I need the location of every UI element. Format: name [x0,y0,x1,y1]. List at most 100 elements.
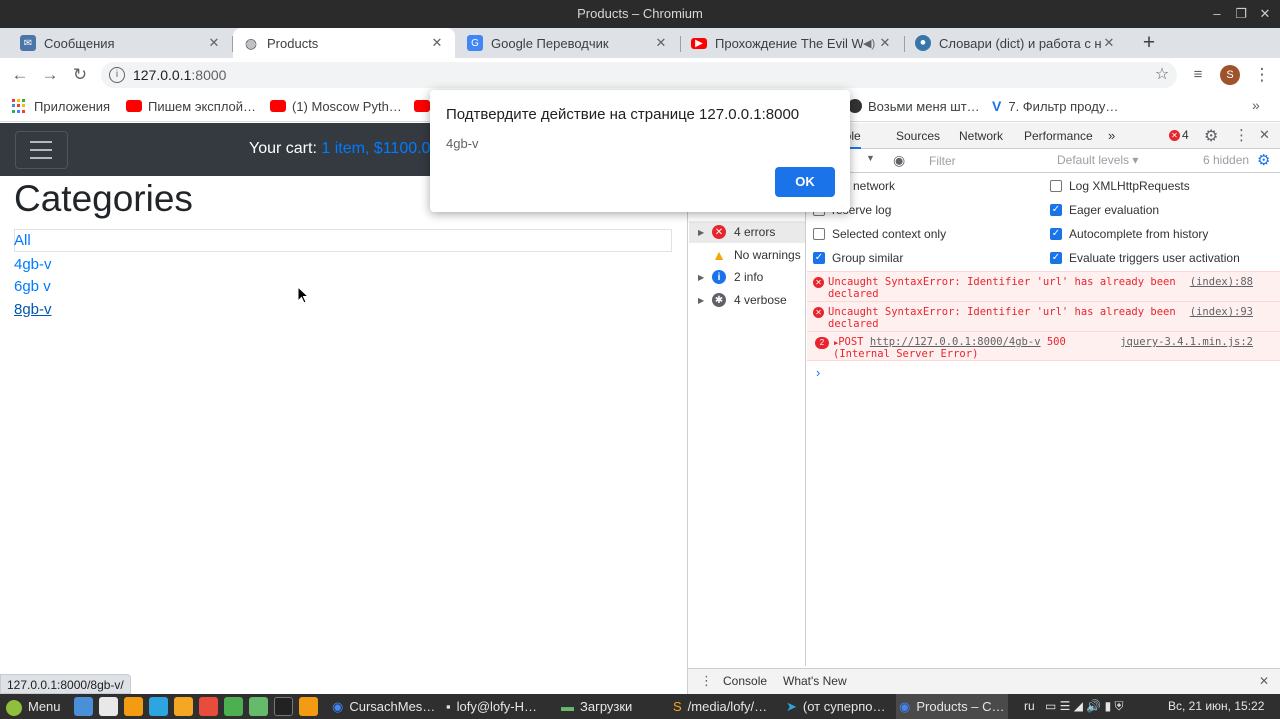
option-user-activation[interactable]: ✓ Evaluate triggers user activation [1050,247,1240,269]
tab-python-dict[interactable]: ⚫ Словари (dict) и работа с ни ✕ [905,28,1127,58]
reload-icon[interactable]: ↻ [68,64,92,86]
log-levels-dropdown[interactable]: Default levels ▾ [1057,153,1138,167]
audio-playing-icon[interactable]: ◀) [863,37,877,50]
checkbox-checked[interactable]: ✓ [1050,204,1062,216]
minimize-icon[interactable]: ‒ [1204,0,1230,28]
taskbar-item-products[interactable]: ◉ Products – C… [899,694,1005,719]
taskbar-item-terminal[interactable]: ▪ lofy@lofy-H… [446,694,537,719]
checkbox[interactable] [813,228,825,240]
close-tab-icon[interactable]: ✕ [1101,35,1117,51]
drawer-tab-whats-new[interactable]: What's New [783,674,847,688]
context-dropdown-icon[interactable]: ▼ [866,153,875,163]
terminal-icon[interactable] [274,697,293,716]
console-prompt-icon[interactable]: › [816,365,820,380]
tray-icons[interactable]: ▭ ☰ ◢ 🔊 ▮ ⛨ [1045,694,1124,719]
bookmark-filter[interactable]: V 7. Фильтр проду… [992,92,1118,120]
bookmark-label: Приложения [34,98,111,114]
option-eager-eval[interactable]: ✓ Eager evaluation [1050,199,1159,221]
taskbar-item-telegram[interactable]: ➤ (от суперпо… [786,694,886,719]
telegram-icon[interactable] [149,697,168,716]
bookmark-star-icon[interactable]: ☆ [1150,64,1174,86]
desktop-icon[interactable] [74,697,93,716]
checkbox-checked[interactable]: ✓ [813,252,825,264]
source-link[interactable]: (index):93 [1190,306,1253,318]
close-tab-icon[interactable]: ✕ [429,35,445,51]
firefox-icon[interactable] [299,697,318,716]
sublime-icon[interactable] [174,697,193,716]
network-error-line[interactable]: ▶POST http://127.0.0.1:8000/4gb-v 500 [834,336,1066,348]
tab-messages[interactable]: ✉ Сообщения ✕ [10,28,232,58]
firefox-icon[interactable] [124,697,143,716]
sidebar-item-warnings[interactable]: ▲ No warnings [698,244,801,266]
tab-performance[interactable]: Performance [1024,123,1093,149]
option-group-similar[interactable]: ✓ Group similar [813,247,903,269]
category-link-6gb[interactable]: 6gb v [14,278,51,295]
console-settings-gear-icon[interactable]: ⚙ [1257,151,1270,169]
file-manager-icon[interactable] [224,697,243,716]
eye-icon[interactable]: ◉ [893,152,905,169]
drawer-tab-console[interactable]: Console [723,674,767,688]
bookmark-vozmi[interactable]: Возьми меня шт… [848,92,980,120]
close-tab-icon[interactable]: ✕ [877,35,893,51]
profile-avatar[interactable]: S [1220,65,1240,85]
sidebar-item-info[interactable]: ▶ i 2 info [698,266,763,288]
bookmark-apps[interactable]: Приложения [12,92,110,120]
checkbox-checked[interactable]: ✓ [1050,252,1062,264]
category-link-8gb[interactable]: 8gb-v [14,301,52,318]
media-controls-icon[interactable]: ≡ [1186,64,1210,86]
drawer-menu-icon[interactable]: ⋮ [700,673,713,689]
category-all-row[interactable] [14,229,672,252]
address-bar[interactable] [101,62,1177,88]
option-autocomplete[interactable]: ✓ Autocomplete from history [1050,223,1208,245]
cart-link[interactable]: 1 item, $1100.00 [321,140,439,157]
option-selected-context[interactable]: Selected context only [813,223,946,245]
source-link[interactable]: jquery-3.4.1.min.js:2 [1120,336,1253,348]
bookmark-moscow-python[interactable]: (1) Moscow Pyth… [270,92,402,120]
close-drawer-icon[interactable]: ✕ [1259,674,1269,688]
new-tab-button[interactable]: + [1138,30,1160,56]
settings-gear-icon[interactable]: ⚙ [1204,126,1218,146]
taskbar-item-media[interactable]: S/media/lofy/… [673,694,767,719]
close-tab-icon[interactable]: ✕ [206,35,222,51]
category-link-4gb[interactable]: 4gb-v [14,256,52,273]
tab-youtube[interactable]: ▶ Прохождение The Evil W ◀) ✕ [681,28,903,58]
category-link-all[interactable]: All [14,232,31,249]
forward-arrow-icon[interactable]: → [38,64,62,86]
url-text[interactable]: 127.0.0.1:8000 [133,67,226,83]
clock[interactable]: Вс, 21 июн, 15:22 [1168,694,1264,719]
devtools-menu-icon[interactable]: ⋮ [1234,126,1249,144]
option-log-xhr[interactable]: Log XMLHttpRequests [1050,175,1190,197]
close-tab-icon[interactable]: ✕ [653,35,669,51]
checkbox-checked[interactable]: ✓ [1050,228,1062,240]
dialog-title: Подтвердите действие на странице 127.0.0… [446,106,800,123]
error-count[interactable]: 4 [1182,128,1189,142]
option-hide-network[interactable]: e network [843,175,895,197]
folder-icon[interactable] [249,697,268,716]
maximize-icon[interactable]: ❐ [1228,0,1254,28]
back-arrow-icon[interactable]: ← [8,64,32,86]
tab-google-translate[interactable]: G Google Переводчик ✕ [457,28,679,58]
keyboard-layout[interactable]: ru [1024,694,1035,719]
sidebar-item-errors[interactable]: ▶ ✕ 4 errors [698,221,775,243]
taskbar-item-cursach[interactable]: ◉ CursachMes… [332,694,435,719]
tab-network[interactable]: Network [959,123,1003,149]
request-url[interactable]: http://127.0.0.1:8000/4gb-v [870,336,1041,348]
bookmark-exploit[interactable]: Пишем эксплой… [126,92,256,120]
source-link[interactable]: (index):88 [1190,276,1253,288]
text-editor-icon[interactable] [99,697,118,716]
close-devtools-icon[interactable]: ✕ [1259,127,1270,143]
sidebar-item-verbose[interactable]: ▶ ✱ 4 verbose [698,289,787,311]
console-filter-input[interactable]: Filter [923,152,1048,170]
app-icon[interactable] [199,697,218,716]
taskbar-item-downloads[interactable]: ▬ Загрузки [561,694,632,719]
tab-products[interactable]: ◍ Products ✕ [233,28,455,58]
ok-button[interactable]: OK [775,167,835,197]
close-window-icon[interactable]: ✕ [1252,0,1278,28]
more-tabs-icon[interactable]: » [1108,123,1115,149]
checkbox[interactable] [1050,180,1062,192]
menu-kebab-icon[interactable]: ⋮ [1250,64,1274,86]
tab-sources[interactable]: Sources [896,123,940,149]
start-menu-button[interactable]: Menu [6,694,61,719]
more-bookmarks-icon[interactable]: » [1252,97,1260,113]
site-info-icon[interactable]: i [109,67,125,83]
